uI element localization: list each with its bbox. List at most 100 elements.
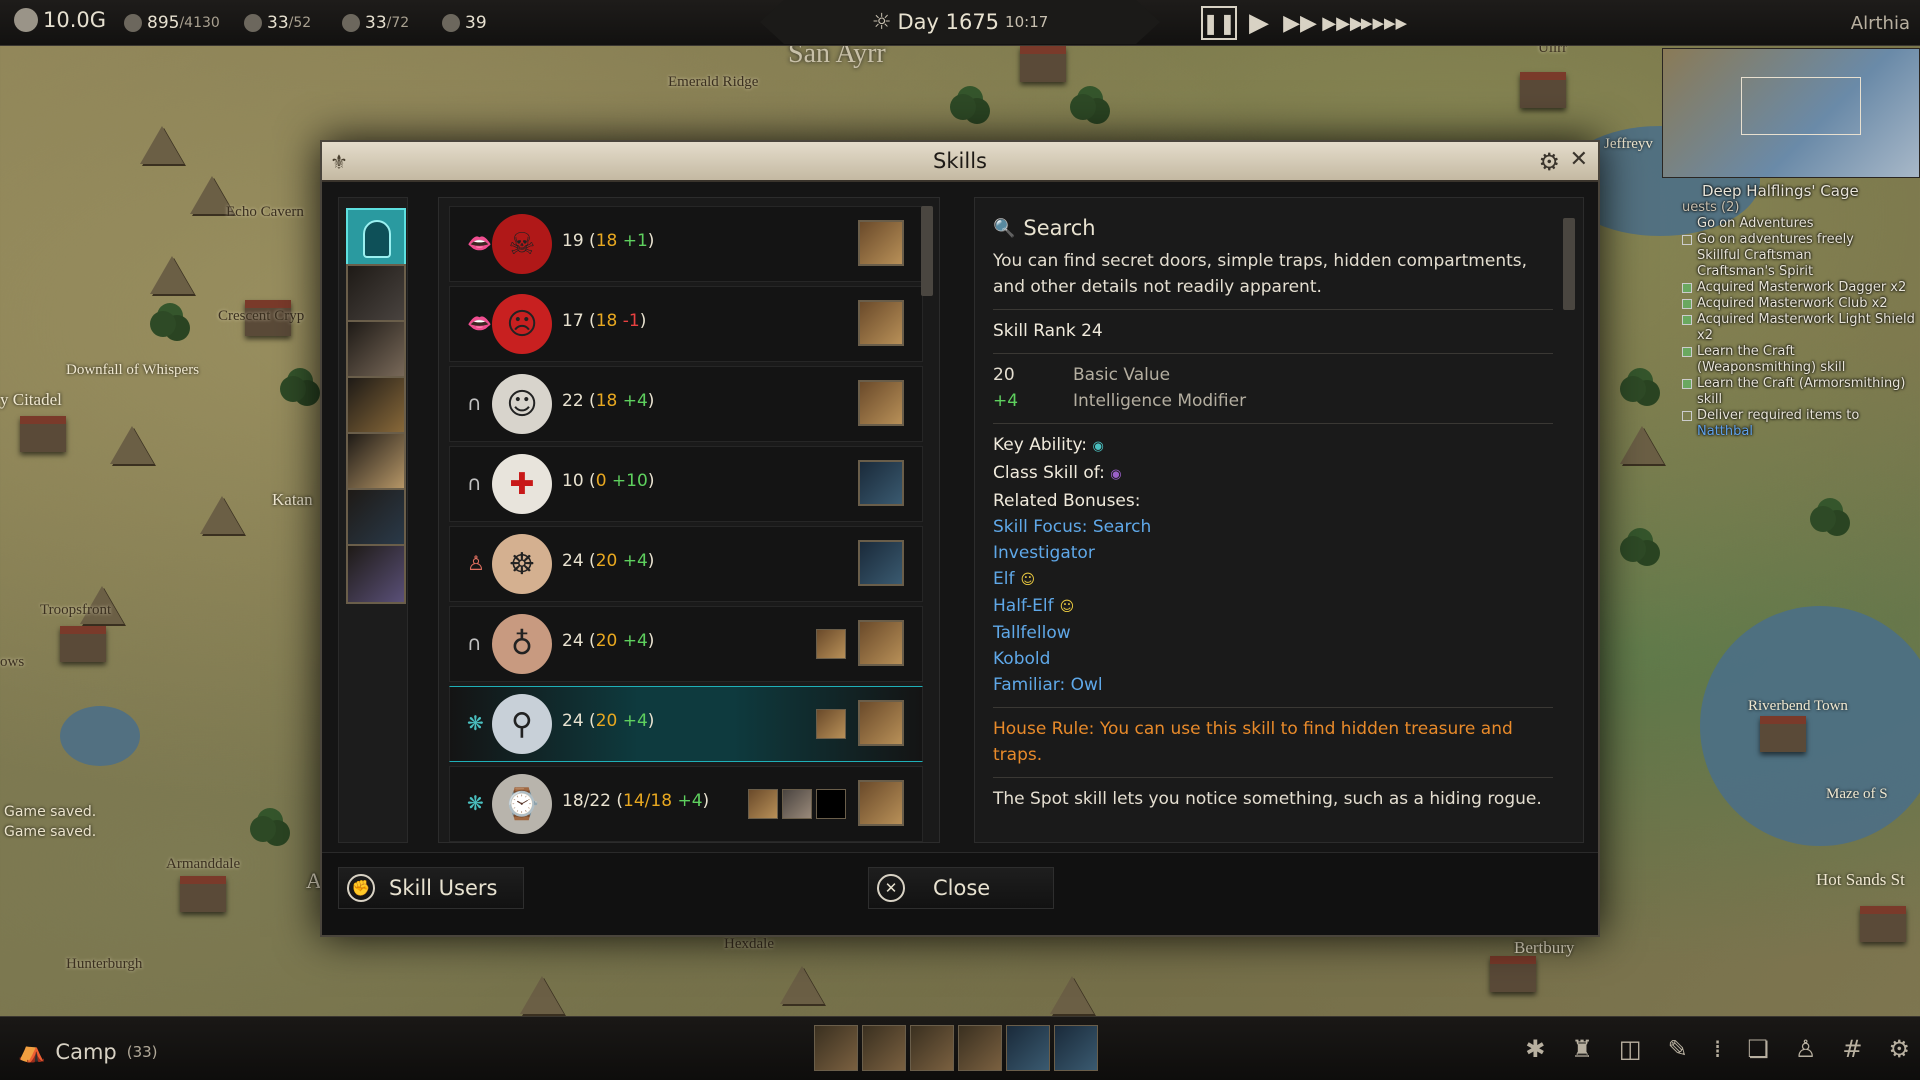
skill-row[interactable]: ∩ ✚ 10 (0 +10) (449, 446, 923, 522)
meditation-icon: ☸ (492, 534, 552, 594)
town[interactable] (180, 876, 226, 912)
map-label-armandale[interactable]: Armanddale (166, 856, 240, 873)
party-member-mage[interactable] (910, 1025, 954, 1071)
gear-icon[interactable]: ⚙ (1888, 1035, 1910, 1063)
map-label-hunterburgh[interactable]: Hunterburgh (66, 956, 142, 973)
map-label-echo-cavern[interactable]: Echo Cavern (226, 204, 304, 221)
map-label-citadel[interactable]: y Citadel (0, 390, 62, 410)
best-user-portrait-mage[interactable] (858, 380, 904, 426)
party-member-rogue[interactable] (1006, 1025, 1050, 1071)
map-label-ows[interactable]: ows (0, 654, 24, 671)
fastest-button[interactable]: ▶▶▶▶ (1361, 6, 1407, 40)
map-label-hot-sands[interactable]: Hot Sands St (1816, 870, 1905, 890)
contributor-portrait-mage[interactable] (816, 629, 846, 659)
skills-list[interactable]: 👄 ☠ 19 (18 +1) 👄 ☹ 17 (18 -1) ∩ ☺ 22 (18 +4) ∩ ✚ 10… (438, 197, 940, 843)
population-max: /4130 (179, 15, 220, 31)
best-user-portrait-rogue[interactable] (858, 460, 904, 506)
skill-row[interactable]: ❋ ⚲ 24 (20 +4) (449, 686, 923, 762)
related-bonus-link[interactable]: Kobold (993, 646, 1553, 672)
contributor-portrait-mage[interactable] (748, 789, 778, 819)
close-icon[interactable]: ✕ (1570, 147, 1588, 172)
town[interactable] (20, 416, 66, 452)
contributor-portrait-dwarf[interactable] (782, 789, 812, 819)
town[interactable] (1760, 716, 1806, 752)
detail-scrollbar[interactable] (1563, 218, 1575, 310)
map-label-riverbend[interactable]: Riverbend Town (1748, 698, 1848, 715)
skill-modifier: +4 (622, 711, 648, 731)
best-user-portrait-rogue[interactable] (858, 540, 904, 586)
best-user-portrait-mage[interactable] (858, 300, 904, 346)
related-bonus-link[interactable]: Familiar: Owl (993, 672, 1553, 698)
barrel-icon[interactable]: ◫ (1619, 1035, 1642, 1063)
related-bonus-link[interactable]: Half-Elf ☺ (993, 593, 1553, 620)
book-icon[interactable]: ❏ (1747, 1035, 1769, 1063)
quest-title[interactable]: Deep Halflings' Cage (1702, 182, 1920, 200)
map-label-bertbury[interactable]: Bertbury (1514, 938, 1574, 958)
town[interactable] (1020, 46, 1066, 82)
skill-row[interactable]: ❋ ⌚ 18/22 (14/18 +4) (449, 766, 923, 842)
pause-button[interactable]: ❚❚ (1201, 6, 1237, 40)
related-bonus-link[interactable]: Investigator (993, 540, 1553, 566)
best-user-portrait-mage[interactable] (858, 620, 904, 666)
party-member-elf[interactable] (958, 1025, 1002, 1071)
town[interactable] (1490, 956, 1536, 992)
map-label-jeffreyv[interactable]: Jeffreyv (1604, 136, 1653, 153)
skill-row[interactable]: ∩ ♁ 24 (20 +4) (449, 606, 923, 682)
map-label-emerald-ridge[interactable]: Emerald Ridge (668, 74, 758, 91)
party-member-dwarf[interactable] (862, 1025, 906, 1071)
stat2-resource[interactable]: 33/52 (244, 13, 311, 33)
skill-row[interactable]: ∩ ☺ 22 (18 +4) (449, 366, 923, 442)
best-user-portrait-mage[interactable] (858, 700, 904, 746)
dialog-header[interactable]: ⚜ Skills ⚙ ✕ (322, 142, 1598, 182)
portrait-warrior[interactable] (346, 264, 406, 324)
faster-button[interactable]: ▶▶▶ (1322, 6, 1364, 40)
camp-button[interactable]: ⛺ Camp (33) (18, 1039, 158, 1064)
play-button[interactable]: ▶ (1244, 6, 1274, 40)
town[interactable] (60, 626, 106, 662)
map-label-hexdale[interactable]: Hexdale (724, 936, 774, 953)
portrait-dwarf[interactable] (346, 320, 406, 380)
best-user-portrait-mage[interactable] (858, 780, 904, 826)
skill-users-button[interactable]: ✊ Skill Users (338, 867, 524, 909)
hash-icon[interactable]: # (1842, 1035, 1862, 1063)
map-label-katan[interactable]: Katan (272, 490, 313, 510)
town[interactable] (1860, 906, 1906, 942)
related-bonus-link[interactable]: Skill Focus: Search (993, 514, 1553, 540)
character-add-icon[interactable]: ♙ (1795, 1035, 1817, 1063)
stat3-resource[interactable]: 33/72 (342, 13, 409, 33)
portrait-mage[interactable] (346, 376, 406, 436)
party-member-sorceress[interactable] (1054, 1025, 1098, 1071)
related-bonus-link[interactable]: Elf ☺ (993, 566, 1553, 593)
skills-list-scrollbar[interactable] (921, 206, 933, 296)
gold-resource[interactable]: 10.0G (14, 8, 106, 32)
contributor-portrait-mage[interactable] (816, 709, 846, 739)
skill-base: 20 (595, 631, 618, 651)
map-label-maze[interactable]: Maze of S (1826, 786, 1888, 803)
fast-forward-button[interactable]: ▶▶ (1282, 6, 1318, 40)
portrait-selected-group[interactable] (346, 208, 406, 268)
minimap-viewport-frame[interactable] (1741, 77, 1861, 135)
minimap[interactable] (1662, 48, 1920, 178)
castle-icon[interactable]: ♜ (1571, 1035, 1593, 1063)
town[interactable] (1520, 72, 1566, 108)
portrait-elf[interactable] (346, 432, 406, 492)
portrait-sorceress[interactable] (346, 544, 406, 604)
bug-icon[interactable]: ✱ (1525, 1035, 1545, 1063)
party-member-warrior[interactable] (814, 1025, 858, 1071)
torch-icon[interactable]: ✎ (1668, 1035, 1688, 1063)
portrait-rogue[interactable] (346, 488, 406, 548)
map-label-troopsfront[interactable]: Troopsfront (40, 602, 111, 619)
close-button[interactable]: ✕ Close (868, 867, 1054, 909)
best-user-portrait-mage[interactable] (858, 220, 904, 266)
skill-row[interactable]: 👄 ☹ 17 (18 -1) (449, 286, 923, 362)
grid-dots-icon[interactable]: ⁞ (1714, 1035, 1722, 1063)
skill-row[interactable]: ♙ ☸ 24 (20 +4) (449, 526, 923, 602)
settings-gear-icon[interactable]: ⚙ (1538, 148, 1560, 176)
stat4-resource[interactable]: 39 (442, 13, 487, 33)
map-label-crescent-crypt[interactable]: Crescent Cryp (218, 308, 304, 325)
skill-row[interactable]: 👄 ☠ 19 (18 +1) (449, 206, 923, 282)
related-bonus-link[interactable]: Tallfellow (993, 620, 1553, 646)
population-resource[interactable]: 895/4130 (124, 13, 220, 33)
map-label-downfall[interactable]: Downfall of Whispers (66, 362, 199, 379)
contributor-portrait-empty[interactable] (816, 789, 846, 819)
